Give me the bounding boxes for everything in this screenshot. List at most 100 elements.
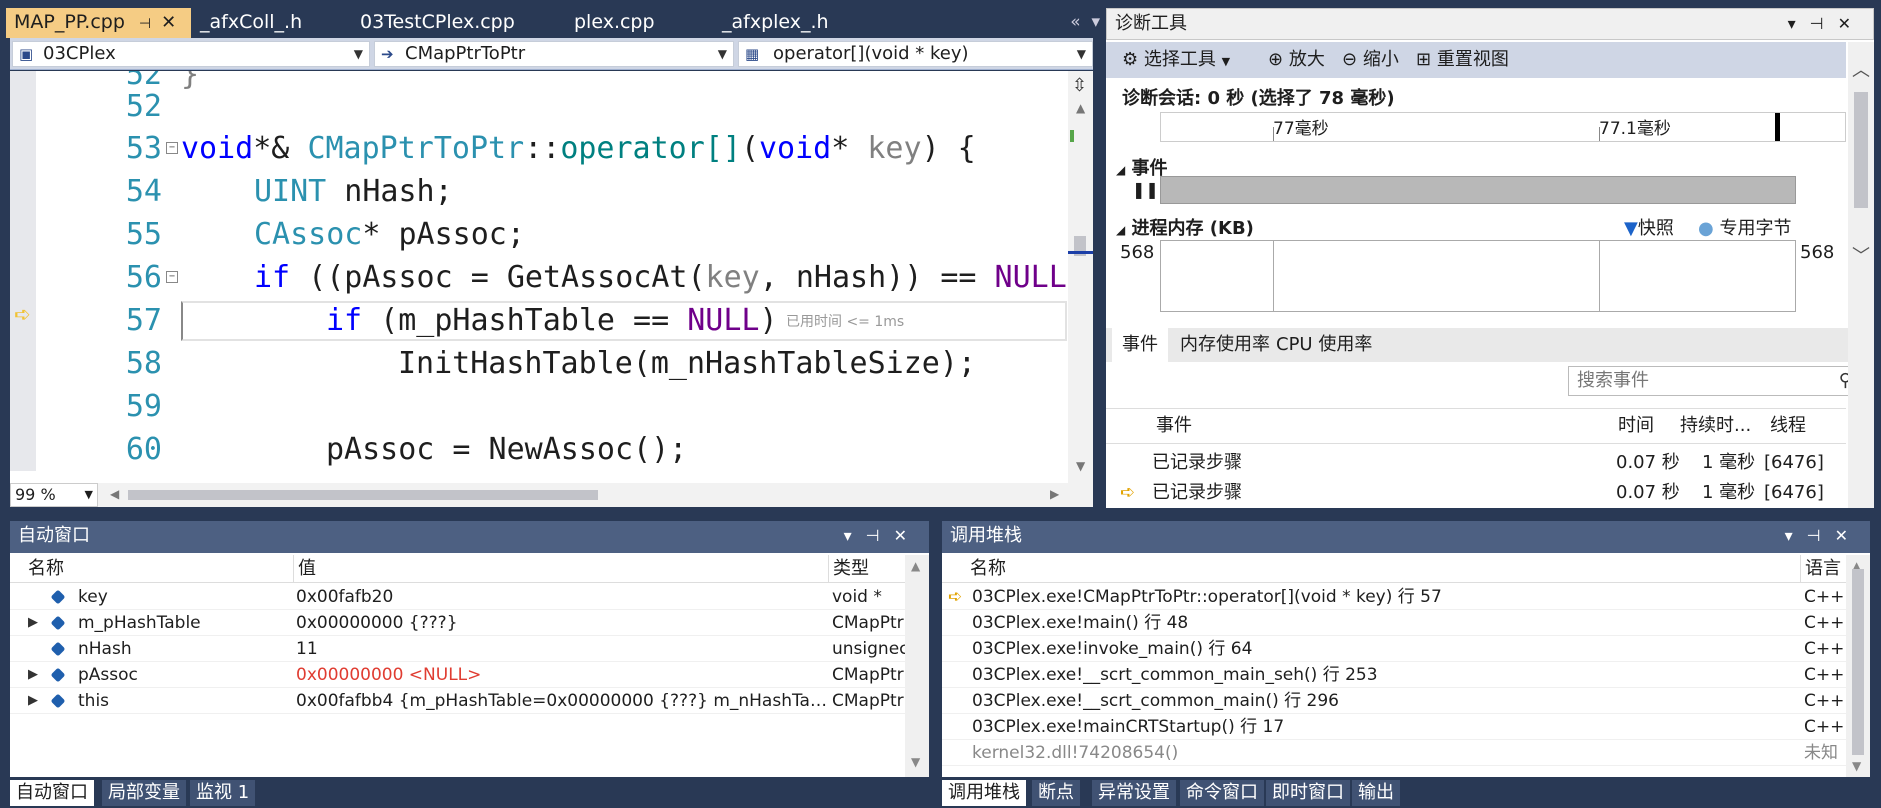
editor-vertical-scrollbar[interactable]: ⇳ ▲ ▼ <box>1068 71 1093 483</box>
perf-tip[interactable]: 已用时间 <= 1ms <box>786 311 904 331</box>
tab-plex-cpp[interactable]: plex.cpp <box>566 8 655 38</box>
close-icon[interactable]: ✕ <box>894 526 921 545</box>
scroll-up-icon[interactable]: ▲ <box>1076 101 1085 115</box>
tab-watch-1[interactable]: 监视 1 <box>190 780 256 806</box>
column-name[interactable]: 名称 <box>28 555 64 583</box>
var-value[interactable]: 11 <box>296 636 318 662</box>
collapse-icon[interactable]: − <box>166 142 178 154</box>
tab-overflow-dropdown[interactable]: « ▾ <box>1040 8 1100 36</box>
timeline-ruler[interactable]: 77毫秒 77.1毫秒 <box>1160 112 1846 142</box>
call-stack-scrollbar[interactable]: ▲ ▼ <box>1846 555 1870 777</box>
autos-scrollbar[interactable]: ▲ ▼ <box>905 555 929 777</box>
tab-immediate-window[interactable]: 即时窗口 <box>1266 780 1350 806</box>
close-icon[interactable]: ✕ <box>161 12 176 33</box>
zoom-out-button[interactable]: ⊖ 缩小 <box>1342 42 1399 78</box>
stack-frame[interactable]: 03CPlex.exe!main() 行 48 C++ <box>942 610 1870 636</box>
tab-03testcplex-cpp[interactable]: 03TestCPlex.cpp <box>352 8 515 38</box>
tab-cpu-usage[interactable]: CPU 使用率 <box>1266 328 1382 362</box>
code-line-58[interactable]: 58 InitHashTable(m_nHashTableSize); <box>36 342 1066 385</box>
code-line-60[interactable]: 60 pAssoc = NewAssoc(); <box>36 428 1066 471</box>
reset-view-button[interactable]: ⊞ 重置视图 <box>1416 42 1509 78</box>
column-value[interactable]: 值 <box>293 555 316 583</box>
autos-row[interactable]: ▶ this 0x00fafbb4 {m_pHashTable=0x000000… <box>10 688 929 714</box>
class-combo[interactable]: ➔ CMapPtrToPtr ▼ <box>374 41 734 67</box>
scroll-down-icon[interactable]: ﹀ <box>1852 242 1870 268</box>
var-value[interactable]: 0x00fafbb4 {m_pHashTable=0x00000000 {???… <box>296 688 828 714</box>
code-line-56[interactable]: 56 − if ((pAssoc = GetAssocAt(key, nHash… <box>36 256 1085 299</box>
column-thread[interactable]: 线程 <box>1770 409 1806 443</box>
tab-command-window[interactable]: 命令窗口 <box>1180 780 1264 806</box>
code-line-52b[interactable]: 52 <box>36 85 1066 128</box>
events-track[interactable] <box>1160 176 1796 204</box>
code-line-53[interactable]: 53 − void*& CMapPtrToPtr::operator[](voi… <box>36 127 1066 170</box>
select-tool-button[interactable]: ⚙ 选择工具 ▼ <box>1122 42 1230 80</box>
tab-memory-usage[interactable]: 内存使用率 <box>1170 328 1280 362</box>
stack-frame[interactable]: 03CPlex.exe!invoke_main() 行 64 C++ <box>942 636 1870 662</box>
chevron-down-icon[interactable]: ▾ <box>1785 526 1807 545</box>
tab-breakpoints[interactable]: 断点 <box>1032 780 1080 806</box>
scroll-down-icon[interactable]: ▼ <box>1076 459 1085 473</box>
diagnostic-scrollbar[interactable]: ︿ ﹀ <box>1848 42 1874 508</box>
column-event[interactable]: 事件 <box>1156 409 1192 443</box>
scroll-thumb[interactable] <box>1854 92 1868 208</box>
chevron-down-icon[interactable]: ▼ <box>718 42 727 66</box>
column-language[interactable]: 语言 <box>1800 555 1841 583</box>
code-line-57[interactable]: 57 if (m_pHashTable == NULL) <box>36 299 1066 342</box>
expand-icon[interactable]: ▶ <box>28 688 38 714</box>
autos-row[interactable]: key 0x00fafb20 void * <box>10 584 929 610</box>
tab-map-pp-cpp[interactable]: MAP_PP.cpp ⊣ ✕ <box>6 8 191 38</box>
tab-output[interactable]: 输出 <box>1352 780 1400 806</box>
tab-afxcoll-h[interactable]: _afxColl_.h <box>192 8 302 38</box>
memory-section-header[interactable]: ◢ 进程内存 (KB) <box>1116 214 1254 240</box>
code-line-55[interactable]: 55 CAssoc* pAssoc; <box>36 213 1066 256</box>
pin-icon[interactable]: ⊣ <box>1810 14 1838 33</box>
tab-call-stack[interactable]: 调用堆栈 <box>942 780 1026 806</box>
event-row[interactable]: 已记录步骤 0.07 秒 1 毫秒 [6476] <box>1106 448 1846 478</box>
chevron-down-icon[interactable]: ▼ <box>1077 42 1086 66</box>
pause-icon[interactable]: ❚❚ <box>1132 180 1159 199</box>
chevron-down-icon[interactable]: ▼ <box>85 484 93 506</box>
scroll-down-icon[interactable]: ▼ <box>911 755 920 769</box>
column-time[interactable]: 时间 <box>1618 409 1654 443</box>
scroll-right-icon[interactable]: ▶ <box>1050 487 1059 501</box>
horizontal-scroll-thumb[interactable] <box>128 490 598 500</box>
scroll-left-icon[interactable]: ◀ <box>110 487 119 501</box>
chevron-down-icon[interactable]: ▾ <box>1788 14 1810 33</box>
column-type[interactable]: 类型 <box>828 555 869 583</box>
code-line-59[interactable]: 59 <box>36 385 1066 428</box>
var-value[interactable]: 0x00000000 {???} <box>296 610 458 636</box>
pin-icon[interactable]: ⊣ <box>866 526 894 545</box>
expand-icon[interactable]: ▶ <box>28 662 38 688</box>
tab-afxplex-h[interactable]: _afxplex_.h <box>714 8 829 38</box>
zoom-combo[interactable]: 99 % ▼ <box>10 483 98 507</box>
search-events-input[interactable]: 搜索事件 ⚲▾ <box>1568 366 1868 396</box>
expand-icon[interactable]: ▶ <box>28 610 38 636</box>
split-icon[interactable]: ⇳ <box>1072 75 1087 96</box>
zoom-in-button[interactable]: ⊕ 放大 <box>1268 42 1325 78</box>
stack-frame[interactable]: 03CPlex.exe!__scrt_common_main_seh() 行 2… <box>942 662 1870 688</box>
tab-autos[interactable]: 自动窗口 <box>10 780 94 806</box>
column-duration[interactable]: 持续时... <box>1680 409 1751 443</box>
close-icon[interactable]: ✕ <box>1835 526 1862 545</box>
breakpoint-gutter[interactable] <box>10 71 36 483</box>
member-combo[interactable]: ▦ operator[](void * key) ▼ <box>738 41 1093 67</box>
scroll-up-icon[interactable]: ︿ <box>1852 56 1870 82</box>
chevron-down-icon[interactable]: ▾ <box>1091 12 1100 32</box>
scroll-thumb[interactable] <box>1852 569 1864 755</box>
stack-frame[interactable]: 03CPlex.exe!mainCRTStartup() 行 17 C++ <box>942 714 1870 740</box>
autos-row[interactable]: nHash 11 unsignec <box>10 636 929 662</box>
stack-frame[interactable]: ➪ 03CPlex.exe!CMapPtrToPtr::operator[](v… <box>942 584 1870 610</box>
collapse-icon[interactable]: − <box>166 271 178 283</box>
stack-frame[interactable]: kernel32.dll!74208654() 未知 <box>942 740 1870 766</box>
close-icon[interactable]: ✕ <box>1838 14 1865 33</box>
autos-row[interactable]: ▶ m_pHashTable 0x00000000 {???} CMapPtr <box>10 610 929 636</box>
tab-events[interactable]: 事件 <box>1112 328 1168 362</box>
chevron-down-icon[interactable]: ▼ <box>354 42 363 66</box>
double-chevron-left-icon[interactable]: « <box>1070 12 1080 32</box>
memory-chart[interactable] <box>1160 240 1796 312</box>
autos-row[interactable]: ▶ pAssoc 0x00000000 <NULL> CMapPtr <box>10 662 929 688</box>
chevron-down-icon[interactable]: ▾ <box>844 526 866 545</box>
pin-icon[interactable]: ⊣ <box>139 16 151 32</box>
pin-icon[interactable]: ⊣ <box>1807 526 1835 545</box>
tab-locals[interactable]: 局部变量 <box>102 780 186 806</box>
